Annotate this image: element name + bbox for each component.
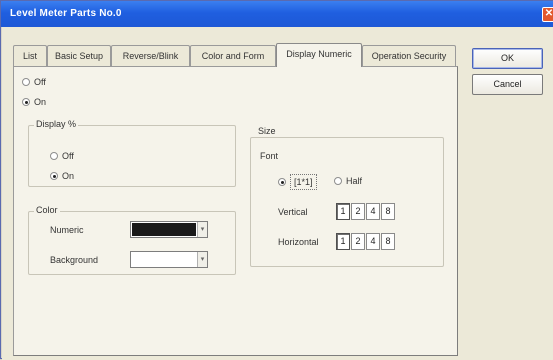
tab-display-numeric[interactable]: Display Numeric xyxy=(276,43,362,67)
horizontal-size-buttons: 1 2 4 8 xyxy=(336,233,396,250)
vertical-size-1-button[interactable]: 1 xyxy=(336,203,350,220)
horizontal-size-4-button[interactable]: 4 xyxy=(366,233,380,250)
font-half-radio[interactable]: Half xyxy=(334,176,362,186)
radio-icon xyxy=(334,177,342,185)
background-color-swatch xyxy=(132,253,196,266)
radio-icon xyxy=(50,152,58,160)
display-on-label: On xyxy=(34,97,47,107)
cancel-button[interactable]: Cancel xyxy=(472,74,543,95)
dialog-window: Level Meter Parts No.0 ✕ List Basic Setu… xyxy=(0,0,553,360)
display-off-label: Off xyxy=(34,77,46,87)
tab-panel-display-numeric: Off On Display % Off On Color Numeric ▾ … xyxy=(13,66,458,356)
background-color-label: Background xyxy=(50,255,99,265)
display-off-radio[interactable]: Off xyxy=(22,77,46,87)
display-on-radio[interactable]: On xyxy=(22,97,46,107)
display-percent-on-label: On xyxy=(62,171,75,181)
numeric-color-select[interactable]: ▾ xyxy=(130,221,208,238)
font-full-label: [1*1] xyxy=(290,174,317,190)
font-half-label: Half xyxy=(346,176,363,186)
tab-reverse-blink[interactable]: Reverse/Blink xyxy=(111,45,190,66)
horizontal-size-2-button[interactable]: 2 xyxy=(351,233,365,250)
chevron-down-icon[interactable]: ▾ xyxy=(197,222,207,237)
numeric-color-swatch xyxy=(132,223,196,236)
radio-checked-icon xyxy=(278,178,286,186)
tab-color-and-form[interactable]: Color and Form xyxy=(190,45,276,66)
tab-operation-security[interactable]: Operation Security xyxy=(362,45,456,66)
background-color-select[interactable]: ▾ xyxy=(130,251,208,268)
display-percent-off-radio[interactable]: Off xyxy=(50,151,74,161)
radio-checked-icon xyxy=(50,172,58,180)
font-label: Font xyxy=(260,151,279,161)
color-group-title: Color xyxy=(34,205,60,215)
vertical-size-8-button[interactable]: 8 xyxy=(381,203,395,220)
size-group-title: Size xyxy=(256,126,278,136)
horizontal-size-8-button[interactable]: 8 xyxy=(381,233,395,250)
chevron-down-icon[interactable]: ▾ xyxy=(197,252,207,267)
vertical-size-2-button[interactable]: 2 xyxy=(351,203,365,220)
font-full-radio[interactable]: [1*1] xyxy=(278,174,317,190)
radio-icon xyxy=(22,78,30,86)
radio-checked-icon xyxy=(22,98,30,106)
tab-list[interactable]: List xyxy=(13,45,47,66)
tab-basic-setup[interactable]: Basic Setup xyxy=(47,45,111,66)
display-percent-title: Display % xyxy=(34,119,79,129)
display-percent-on-radio[interactable]: On xyxy=(50,171,74,181)
horizontal-size-label: Horizontal xyxy=(278,237,319,247)
numeric-color-label: Numeric xyxy=(50,225,84,235)
vertical-size-label: Vertical xyxy=(278,207,308,217)
horizontal-size-1-button[interactable]: 1 xyxy=(336,233,350,250)
ok-button[interactable]: OK xyxy=(472,48,543,69)
title-bar[interactable]: Level Meter Parts No.0 ✕ xyxy=(1,1,553,27)
vertical-size-4-button[interactable]: 4 xyxy=(366,203,380,220)
window-title: Level Meter Parts No.0 xyxy=(10,8,122,19)
vertical-size-buttons: 1 2 4 8 xyxy=(336,203,396,220)
close-icon[interactable]: ✕ xyxy=(542,7,553,22)
display-percent-off-label: Off xyxy=(62,151,74,161)
